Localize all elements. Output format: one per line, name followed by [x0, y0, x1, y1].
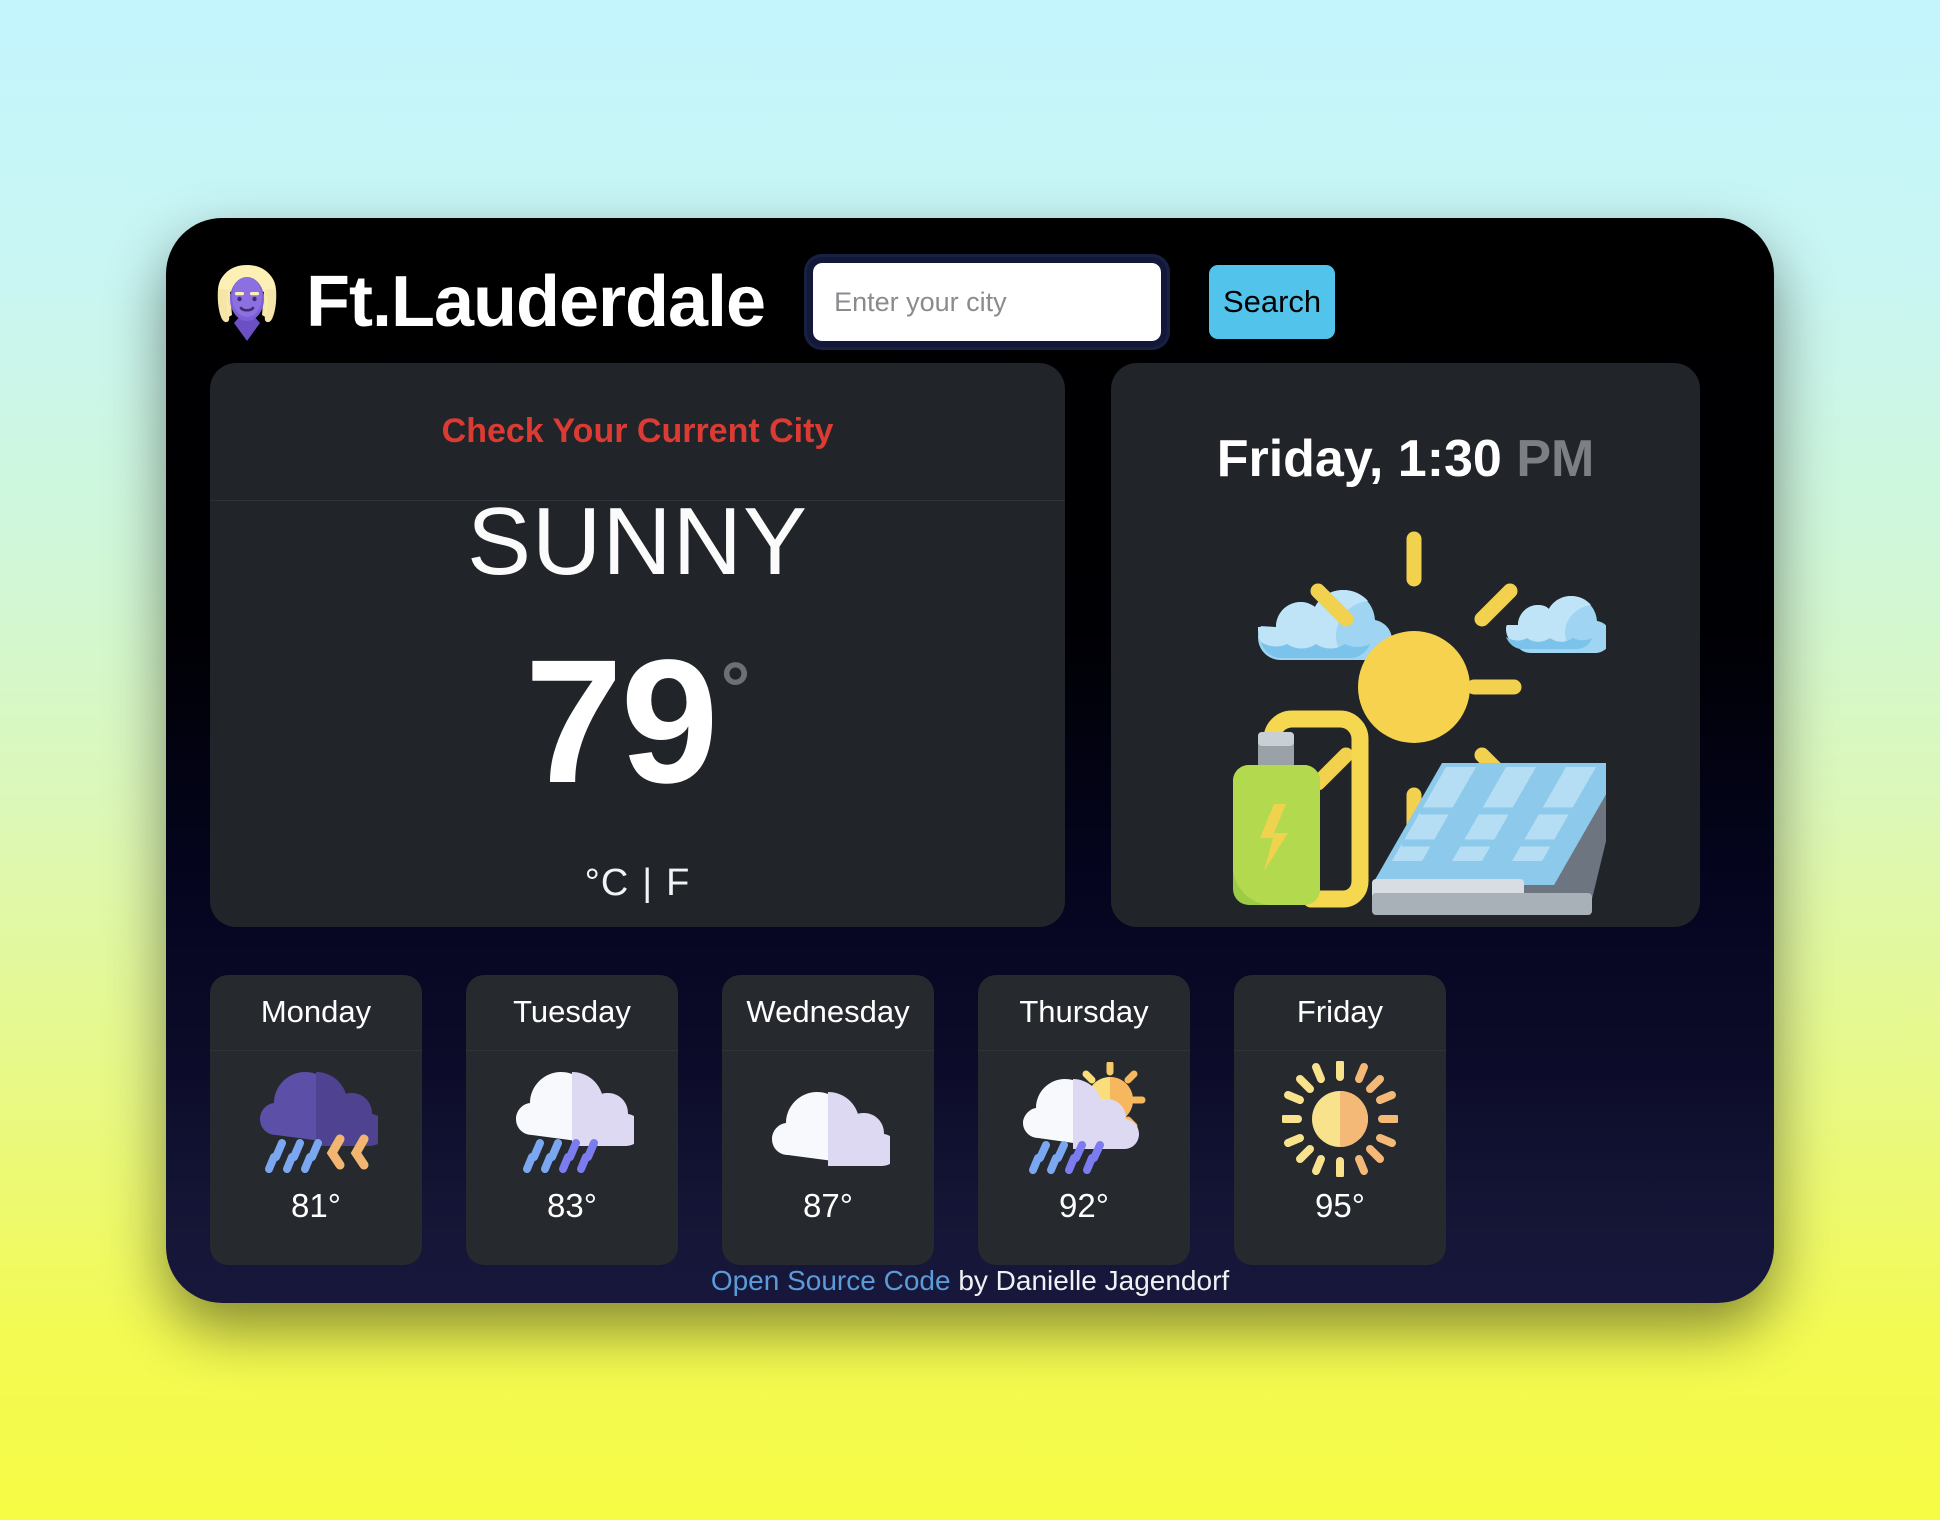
app-footer: Open Source Code by Danielle Jagendorf: [210, 1265, 1730, 1303]
day-icon-slot: [766, 1051, 890, 1187]
app-header: Ft.Lauderdale Search: [210, 218, 1730, 363]
day-temperature: 87°: [803, 1186, 853, 1224]
fahrenheit-button[interactable]: F: [666, 862, 690, 905]
meridiem-text: PM: [1516, 429, 1595, 488]
search-input[interactable]: [807, 257, 1168, 347]
forecast-card-monday[interactable]: Monday 81°: [210, 974, 422, 1265]
check-current-city-label: Check Your Current City: [441, 411, 834, 450]
cloud-right-icon: [1505, 595, 1606, 653]
search-area: Search: [807, 257, 1336, 347]
temperature-display: 79 °: [524, 624, 751, 821]
forecast-card-thursday[interactable]: Thursday 92°: [978, 974, 1190, 1265]
blonde-woman-emoji-icon: [217, 265, 277, 341]
unit-separator: |: [642, 861, 654, 904]
battery-icon: [1232, 731, 1320, 905]
thunderstorm-rain-cloud-icon: [260, 1071, 378, 1173]
temperature-value: 79: [524, 624, 719, 821]
day-temperature: 95°: [1315, 1186, 1365, 1224]
day-name: Monday: [210, 975, 422, 1051]
day-temperature: 81°: [291, 1186, 341, 1224]
current-time-panel: Friday, 1:30 PM: [1111, 362, 1700, 927]
current-panel-header: Check Your Current City: [210, 363, 1065, 501]
page-title: Ft.Lauderdale: [306, 262, 766, 342]
weather-app-window: Ft.Lauderdale Search Check Your Current …: [166, 217, 1774, 1303]
forecast-card-wednesday[interactable]: Wednesday 87°: [722, 974, 934, 1265]
open-source-code-link[interactable]: Open Source Code: [711, 1265, 951, 1296]
degree-symbol: °: [720, 647, 751, 731]
footer-text: Open Source Code by Danielle Jagendorf: [711, 1265, 1229, 1297]
brand-block: Ft.Lauderdale: [210, 262, 766, 342]
condition-text: SUNNY: [466, 488, 809, 596]
rain-cloud-icon: [516, 1071, 634, 1173]
current-weather-panel: Check Your Current City SUNNY 79 ° °C | …: [210, 362, 1065, 927]
sun-behind-rain-cloud-icon: [1023, 1061, 1146, 1174]
day-temperature: 92°: [1059, 1186, 1109, 1224]
attribution-text: by Danielle Jagendorf: [950, 1264, 1230, 1296]
day-icon-slot: [510, 1051, 634, 1187]
forecast-card-tuesday[interactable]: Tuesday 83°: [466, 974, 678, 1265]
day-temperature: 83°: [547, 1186, 597, 1224]
search-button[interactable]: Search: [1209, 265, 1336, 339]
day-name: Wednesday: [722, 975, 934, 1051]
solar-panel-battery-sun-illustration-icon: [1232, 531, 1606, 915]
day-icon-slot: [1018, 1051, 1150, 1187]
current-datetime: Friday, 1:30 PM: [1217, 429, 1595, 489]
day-time-text: Friday, 1:30: [1216, 429, 1502, 488]
sun-icon: [1282, 1060, 1398, 1177]
day-icon-slot: [1282, 1051, 1398, 1187]
cloud-icon: [772, 1091, 890, 1166]
unit-toggle: °C | F: [585, 862, 691, 905]
day-name: Friday: [1234, 975, 1446, 1051]
main-panels: Check Your Current City SUNNY 79 ° °C | …: [210, 362, 1730, 927]
day-name: Thursday: [978, 975, 1190, 1051]
day-name: Tuesday: [466, 975, 678, 1051]
current-panel-body: SUNNY 79 ° °C | F: [210, 494, 1065, 927]
forecast-strip: Monday 81° Tuesday 83° Wednesday 87° Thu…: [210, 974, 1730, 1265]
solar-panel-icon: [1371, 762, 1606, 915]
day-icon-slot: [254, 1051, 378, 1187]
celsius-button[interactable]: °C: [585, 862, 630, 905]
forecast-card-friday[interactable]: Friday 95°: [1234, 974, 1446, 1265]
